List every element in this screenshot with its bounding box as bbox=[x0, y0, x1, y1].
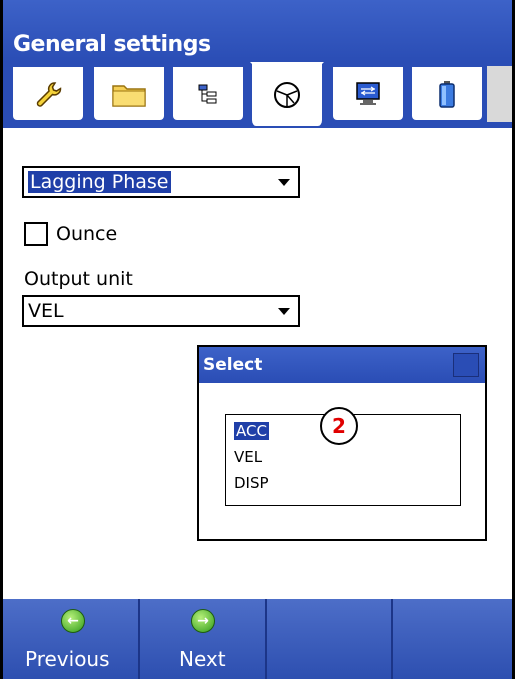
phase-select[interactable]: Lagging Phase bbox=[22, 166, 300, 198]
tab-files[interactable] bbox=[92, 66, 166, 122]
list-item-vel[interactable]: VEL bbox=[234, 448, 262, 466]
forward-arrow-icon: → bbox=[191, 609, 215, 633]
divider bbox=[3, 126, 512, 128]
dialog-close-button[interactable] bbox=[453, 353, 479, 377]
previous-label: Previous bbox=[25, 647, 110, 671]
output-unit-label: Output unit bbox=[24, 268, 133, 290]
battery-icon bbox=[439, 80, 455, 108]
dialog-title-bar: Select bbox=[199, 347, 485, 383]
phase-icon bbox=[274, 82, 300, 108]
output-unit-value: VEL bbox=[28, 300, 64, 322]
output-unit-select[interactable]: VEL bbox=[22, 295, 300, 327]
tab-tree[interactable] bbox=[171, 66, 245, 122]
empty-softkey bbox=[393, 599, 512, 679]
tab-power[interactable] bbox=[410, 66, 484, 122]
tab-strip bbox=[3, 62, 512, 126]
tab-tools[interactable] bbox=[11, 66, 85, 122]
tab-phase[interactable] bbox=[250, 62, 324, 126]
ounce-label: Ounce bbox=[56, 223, 118, 245]
tab-display[interactable] bbox=[331, 66, 405, 122]
list-item-disp[interactable]: DISP bbox=[234, 474, 269, 492]
list-item-acc[interactable]: ACC bbox=[234, 422, 269, 440]
ounce-checkbox[interactable] bbox=[24, 222, 48, 246]
tab-strip-filler bbox=[487, 66, 512, 122]
chevron-down-icon bbox=[278, 179, 290, 186]
dialog-title: Select bbox=[203, 355, 263, 375]
tree-icon bbox=[198, 84, 217, 103]
previous-button[interactable]: ← Previous bbox=[3, 599, 140, 679]
wrench-icon bbox=[36, 81, 62, 107]
phase-select-value: Lagging Phase bbox=[28, 171, 171, 193]
title-bar: General settings bbox=[3, 0, 512, 62]
back-arrow-icon: ← bbox=[61, 609, 85, 633]
page-title: General settings bbox=[13, 32, 211, 57]
bottom-nav-bar: ← Previous → Next bbox=[3, 599, 512, 679]
folder-icon bbox=[112, 84, 146, 107]
annotation-badge: 2 bbox=[320, 407, 358, 445]
monitor-icon bbox=[356, 81, 380, 105]
chevron-down-icon bbox=[278, 308, 290, 315]
next-button[interactable]: → Next bbox=[140, 599, 267, 679]
empty-softkey bbox=[267, 599, 393, 679]
next-label: Next bbox=[179, 647, 226, 671]
